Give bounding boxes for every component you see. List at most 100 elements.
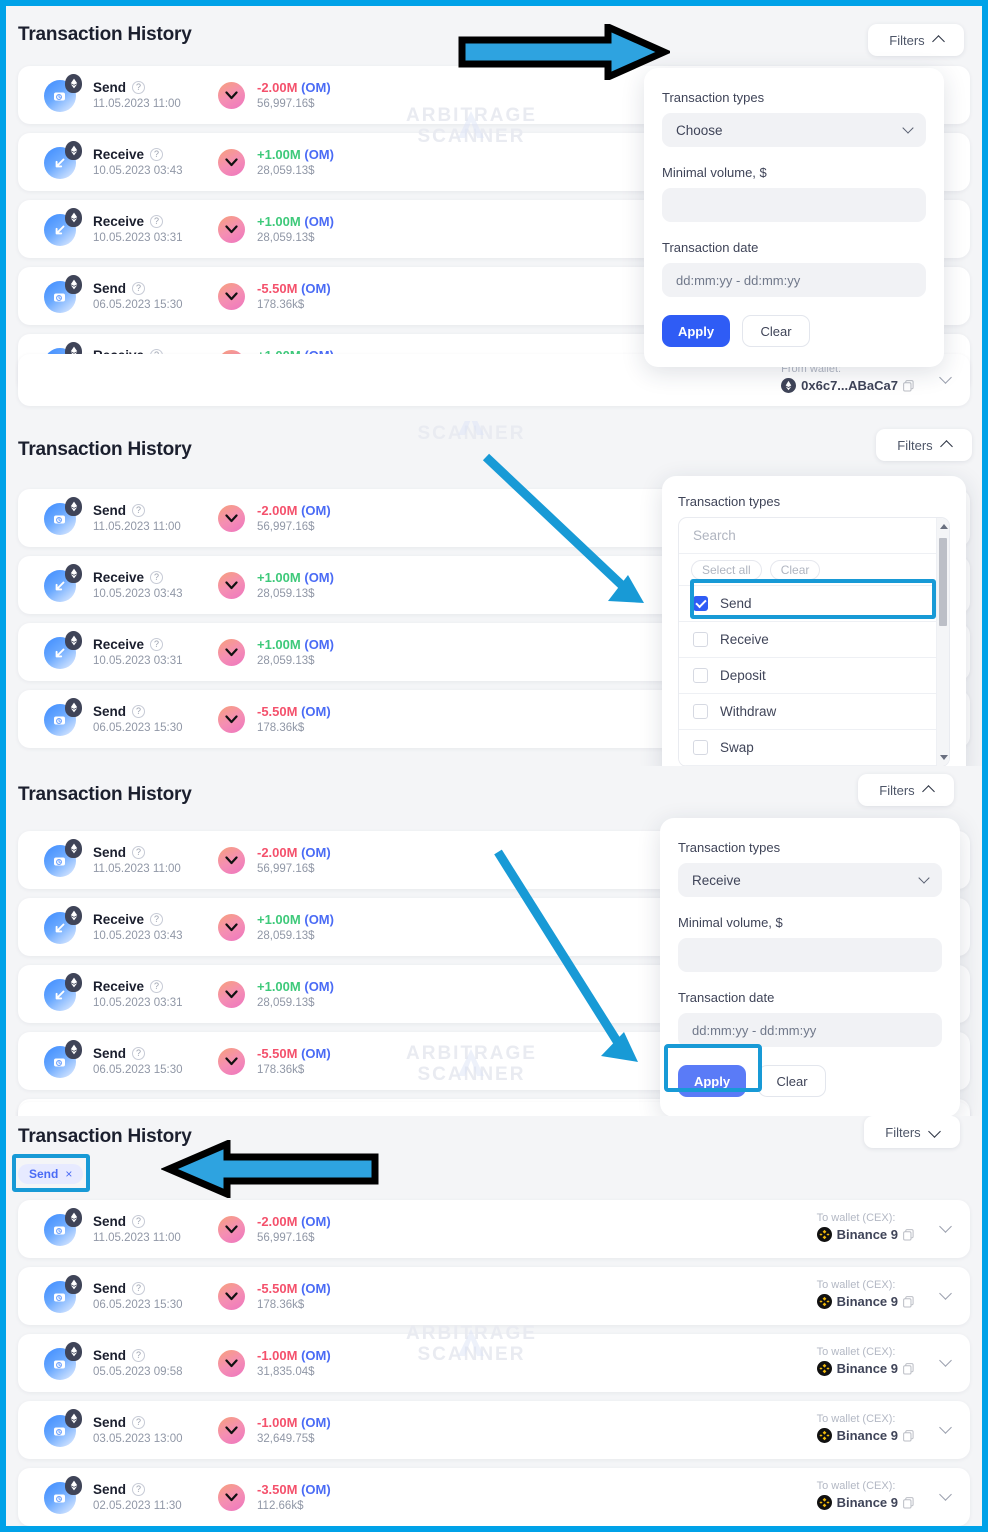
checkbox[interactable] [693, 740, 708, 755]
active-filter-chips: Send × [6, 1164, 982, 1198]
copy-icon[interactable] [903, 1429, 914, 1442]
help-icon[interactable]: ? [132, 1349, 146, 1362]
to-wallet: To wallet (CEX): Binance 9 [816, 1480, 914, 1510]
transaction-meta: Send? 11.05.2023 11:00 [93, 1214, 218, 1244]
filters-button[interactable]: Filters [868, 24, 964, 56]
clear-button[interactable]: Clear [742, 315, 810, 347]
help-icon[interactable]: ? [132, 1483, 146, 1496]
copy-icon[interactable] [903, 379, 914, 392]
transaction-type: Send? [93, 704, 218, 719]
table-row[interactable]: Send? 05.05.2023 09:58 -1.00M (OM) 31,835.0… [18, 1334, 970, 1392]
to-wallet-value-group[interactable]: Binance 9 [816, 1428, 914, 1443]
close-icon[interactable]: × [65, 1167, 72, 1181]
to-wallet-value-group[interactable]: Binance 9 [816, 1361, 914, 1376]
help-icon[interactable]: ? [132, 705, 146, 718]
help-icon[interactable]: ? [132, 1416, 146, 1429]
checkbox[interactable] [693, 704, 708, 719]
help-icon[interactable]: ? [132, 1282, 146, 1295]
help-icon[interactable]: ? [132, 81, 146, 94]
transaction-date-input[interactable]: dd:mm:yy - dd:mm:yy [678, 1013, 942, 1047]
to-wallet-value-group[interactable]: Binance 9 [816, 1294, 914, 1309]
ethereum-badge-icon [65, 1342, 82, 1361]
section-receive-selected: ARBITRAGE SCANNER Transaction History Fi… [6, 766, 982, 1116]
transaction-type-icon-wrap [44, 1208, 82, 1247]
to-wallet-value-group[interactable]: Binance 9 [816, 1495, 914, 1510]
help-icon[interactable]: ? [150, 980, 164, 993]
ethereum-badge-icon [65, 141, 82, 160]
chevron-down-icon[interactable] [939, 1220, 952, 1233]
search-input[interactable]: Search [679, 518, 949, 554]
copy-icon[interactable] [903, 1362, 914, 1375]
chevron-down-icon[interactable] [939, 371, 952, 384]
chevron-down-icon[interactable] [939, 1421, 952, 1434]
transaction-type: Send? [93, 1281, 218, 1296]
scroll-down-icon[interactable] [940, 755, 948, 760]
page-title: Transaction History [18, 784, 192, 805]
help-icon[interactable]: ? [132, 1215, 146, 1228]
help-icon[interactable]: ? [150, 148, 164, 161]
table-row[interactable]: Send? 11.05.2023 11:00 -2.00M (OM) 56,997.1… [18, 1200, 970, 1258]
ethereum-badge-icon [65, 208, 82, 227]
checkbox[interactable] [693, 668, 708, 683]
dropdown-option[interactable]: Receive [679, 622, 949, 658]
to-wallet-value-group[interactable]: Binance 9 [816, 1227, 914, 1242]
minimal-volume-input[interactable] [678, 938, 942, 972]
clear-button[interactable]: Clear [769, 559, 821, 580]
dropdown-option[interactable]: Swap [679, 730, 949, 766]
transaction-meta: Send? 05.05.2023 09:58 [93, 1348, 218, 1378]
dropdown-option[interactable]: Send [679, 586, 949, 622]
filter-chip-send[interactable]: Send × [18, 1164, 84, 1184]
clear-button[interactable]: Clear [758, 1065, 826, 1097]
transaction-meta: Receive? 10.05.2023 03:43 [93, 147, 218, 177]
help-icon[interactable]: ? [132, 282, 146, 295]
table-row[interactable]: Send? 06.05.2023 15:30 -5.50M (OM) 178.36k$… [18, 1267, 970, 1325]
help-icon[interactable]: ? [132, 846, 146, 859]
amount-value: +1.00M [257, 214, 301, 229]
help-icon[interactable]: ? [150, 638, 164, 651]
section3-header: Transaction History Filters [6, 766, 982, 826]
to-wallet-name: Binance 9 [836, 1428, 898, 1443]
chevron-down-icon[interactable] [939, 1287, 952, 1300]
transaction-date-input[interactable]: dd:mm:yy - dd:mm:yy [662, 263, 926, 297]
dropdown-option[interactable]: Withdraw [679, 694, 949, 730]
copy-icon[interactable] [903, 1228, 914, 1241]
from-wallet-value-group[interactable]: 0x6c7...ABaCa7 [781, 378, 914, 393]
om-token-icon [218, 638, 245, 666]
help-icon[interactable]: ? [150, 913, 164, 926]
transaction-amount: -5.50M (OM) 178.36k$ [257, 281, 407, 311]
apply-button[interactable]: Apply [678, 1065, 746, 1097]
apply-button[interactable]: Apply [662, 315, 730, 347]
dropdown-scrollbar[interactable] [936, 518, 949, 766]
help-icon[interactable]: ? [132, 504, 146, 517]
transaction-type: Receive? [93, 979, 218, 994]
binance-icon [816, 1361, 832, 1376]
to-wallet: To wallet (CEX): Binance 9 [816, 1413, 914, 1443]
transaction-types-select[interactable]: Choose [662, 113, 926, 147]
filters-button[interactable]: Filters [864, 1116, 960, 1148]
table-row[interactable]: Send? 03.05.2023 13:00 -1.00M (OM) 32,649.7… [18, 1401, 970, 1459]
checkbox[interactable] [693, 596, 708, 611]
transaction-types-select[interactable]: Receive [678, 863, 942, 897]
chevron-down-icon[interactable] [939, 1488, 952, 1501]
checkbox[interactable] [693, 632, 708, 647]
table-row[interactable]: Send? 02.05.2023 11:30 -3.50M (OM) 112.66k$… [18, 1468, 970, 1526]
transaction-type-icon-wrap [44, 1275, 82, 1314]
amount-value: -5.50M [257, 1281, 298, 1296]
help-icon[interactable]: ? [150, 571, 164, 584]
filters-button[interactable]: Filters [876, 429, 972, 461]
minimal-volume-input[interactable] [662, 188, 926, 222]
scroll-up-icon[interactable] [940, 524, 948, 529]
help-icon[interactable]: ? [150, 215, 164, 228]
scrollbar-thumb[interactable] [939, 538, 947, 626]
dropdown-option[interactable]: Deposit [679, 658, 949, 694]
ethereum-badge-icon [65, 275, 82, 294]
transaction-amount: +1.00M (OM) 28,059.13$ [257, 637, 407, 667]
copy-icon[interactable] [903, 1295, 914, 1308]
chevron-down-icon[interactable] [939, 1354, 952, 1367]
copy-icon[interactable] [903, 1496, 914, 1509]
filters-button[interactable]: Filters [858, 774, 954, 806]
select-all-button[interactable]: Select all [691, 559, 762, 580]
om-token-icon [218, 705, 245, 733]
chevron-up-icon [931, 35, 945, 48]
help-icon[interactable]: ? [132, 1047, 146, 1060]
